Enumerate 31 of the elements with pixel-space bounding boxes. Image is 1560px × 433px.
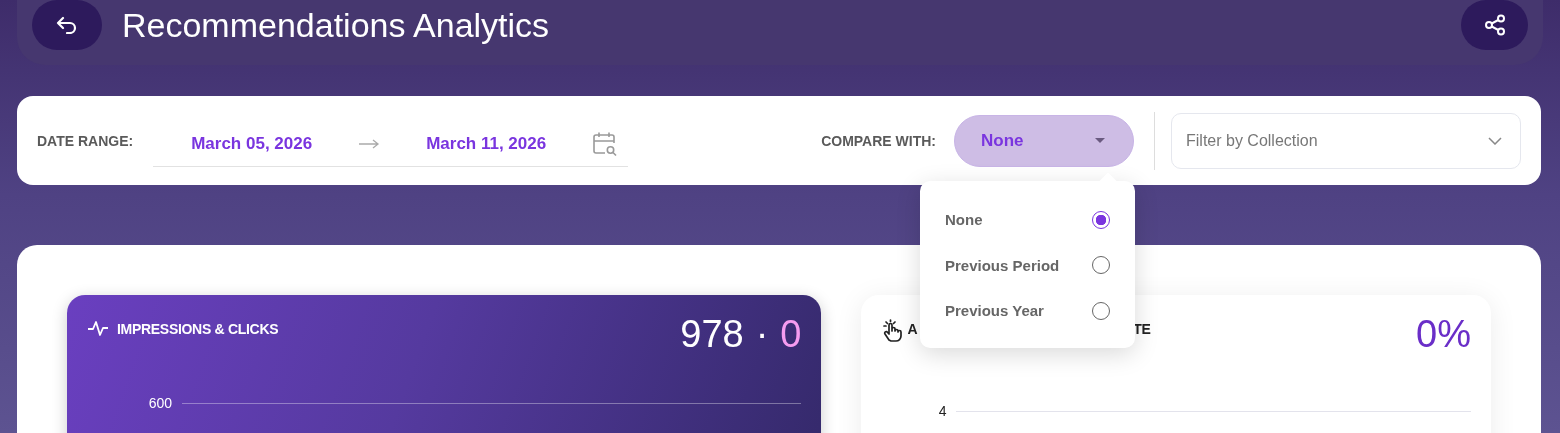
rate-value: 0% (1416, 313, 1471, 355)
separator-dot: · (755, 313, 769, 355)
menu-option[interactable]: Previous Year (920, 288, 1135, 334)
calendar-search-icon[interactable] (592, 131, 619, 157)
card-title: TE (1133, 321, 1151, 337)
page-title: Recommendations Analytics (122, 5, 550, 46)
axis-tick: 600 (147, 395, 172, 411)
date-range-field[interactable]: March 05, 2026 March 11, 2026 (153, 122, 629, 167)
card-title: IMPRESSIONS & CLICKS (117, 321, 279, 337)
arrow-icon (358, 139, 381, 149)
end-date: March 11, 2026 (426, 134, 547, 154)
impressions-value: 978 (680, 313, 744, 355)
chevron-down-icon (1488, 136, 1502, 145)
menu-option[interactable]: Previous Period (920, 242, 1135, 288)
compare-label: COMPARE WITH: (821, 132, 936, 149)
card-title: A (907, 321, 918, 337)
share-icon (1483, 14, 1506, 36)
date-range-label: DATE RANGE: (37, 132, 134, 149)
back-icon (56, 16, 78, 34)
start-date: March 05, 2026 (191, 134, 313, 154)
back-button[interactable] (32, 0, 102, 50)
share-button[interactable] (1461, 0, 1528, 50)
collection-select[interactable]: Filter by Collection (1171, 112, 1521, 169)
menu-option[interactable]: None (920, 197, 1135, 243)
caret-icon (1095, 137, 1105, 144)
pointer-hand-icon (881, 319, 904, 343)
compare-dropdown[interactable]: None (954, 114, 1134, 167)
axis-tick: 4 (937, 403, 947, 419)
pulse-icon (87, 319, 109, 337)
radio-button[interactable] (1092, 210, 1110, 229)
clicks-value: 0 (780, 313, 802, 355)
